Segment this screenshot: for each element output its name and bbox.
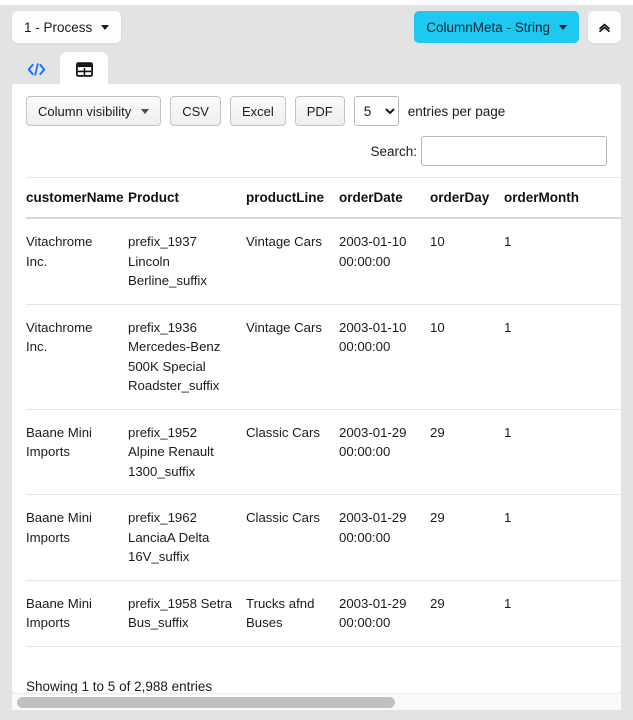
app-root: 1 - Process ColumnMeta - String Column v… bbox=[0, 0, 633, 720]
code-icon bbox=[27, 62, 45, 76]
search-label: Search: bbox=[370, 143, 417, 159]
cell-orderDate: 2003-01-10 00:00:00 bbox=[339, 218, 430, 305]
chevrons-up-icon bbox=[599, 23, 610, 32]
column-visibility-button[interactable]: Column visibility bbox=[26, 96, 162, 126]
cell-productLine: Vintage Cars bbox=[246, 218, 339, 305]
tab-strip bbox=[12, 50, 108, 86]
columnmeta-dropdown-button[interactable]: ColumnMeta - String bbox=[414, 11, 579, 43]
cell-orderMonth: 1 bbox=[504, 580, 614, 647]
cell-orderDay: 29 bbox=[430, 409, 504, 495]
export-excel-button[interactable]: Excel bbox=[229, 96, 286, 126]
export-csv-button[interactable]: CSV bbox=[170, 96, 221, 126]
column-header-customerName[interactable]: customerName bbox=[26, 177, 128, 219]
table-info-text: Showing 1 to 5 of 2,988 entries bbox=[26, 679, 213, 693]
table-head: customerName Product productLine orderDa… bbox=[26, 177, 621, 219]
cell-productLine: Classic Cars bbox=[246, 494, 339, 581]
orders-table: customerName Product productLine orderDa… bbox=[26, 177, 621, 647]
cell-customerName: Vitachrome Inc. bbox=[26, 304, 128, 410]
column-header-orderMonth[interactable]: orderMonth bbox=[504, 177, 614, 219]
chevron-down-icon bbox=[101, 24, 110, 30]
cell-Product: prefix_1958 Setra Bus_suffix bbox=[128, 580, 246, 647]
cell-customerName: Baane Mini Imports bbox=[26, 494, 128, 581]
cell-productLine: Classic Cars bbox=[246, 409, 339, 495]
export-csv-label: CSV bbox=[182, 103, 209, 119]
tab-code[interactable] bbox=[12, 52, 60, 86]
cell-customerName: Baane Mini Imports bbox=[26, 409, 128, 495]
table-row[interactable]: Vitachrome Inc. prefix_1937 Lincoln Berl… bbox=[26, 218, 621, 305]
cell-Product: prefix_1936 Mercedes-Benz 500K Special R… bbox=[128, 304, 246, 410]
process-dropdown-button[interactable]: 1 - Process bbox=[12, 11, 122, 43]
table-row[interactable]: Baane Mini Imports prefix_1958 Setra Bus… bbox=[26, 580, 621, 647]
cell-customerName: Baane Mini Imports bbox=[26, 580, 128, 647]
window-top-strip bbox=[0, 0, 633, 5]
search-input[interactable] bbox=[421, 136, 607, 166]
window-bottom-strip bbox=[0, 710, 633, 720]
cell-orderDate: 2003-01-29 00:00:00 bbox=[339, 580, 430, 647]
datatable-card: Column visibility CSV Excel PDF 51025501… bbox=[12, 84, 621, 693]
export-pdf-button[interactable]: PDF bbox=[294, 96, 345, 126]
cell-orderMonth: 1 bbox=[504, 409, 614, 495]
collapse-button[interactable] bbox=[588, 11, 621, 43]
datatable-search-row: Search: bbox=[12, 126, 621, 166]
table-body: Vitachrome Inc. prefix_1937 Lincoln Berl… bbox=[26, 218, 621, 647]
cell-orderDay: 10 bbox=[430, 218, 504, 305]
datatable-toolbar: Column visibility CSV Excel PDF 51025501… bbox=[12, 84, 621, 126]
cell-orderMonth: 1 bbox=[504, 218, 614, 305]
cell-orderDate: 2003-01-10 00:00:00 bbox=[339, 304, 430, 410]
top-toolbar: 1 - Process ColumnMeta - String bbox=[0, 6, 633, 48]
process-dropdown-label: 1 - Process bbox=[24, 19, 93, 35]
column-header-overflow bbox=[614, 177, 621, 219]
table-row[interactable]: Baane Mini Imports prefix_1962 LanciaA D… bbox=[26, 494, 621, 581]
cell-productLine: Trucks afnd Buses bbox=[246, 580, 339, 647]
cell-orderDate: 2003-01-29 00:00:00 bbox=[339, 494, 430, 581]
cell-productLine: Vintage Cars bbox=[246, 304, 339, 410]
export-excel-label: Excel bbox=[241, 103, 274, 119]
column-visibility-label: Column visibility bbox=[38, 103, 132, 119]
cell-orderMonth: 1 bbox=[504, 494, 614, 581]
entries-per-page-label: entries per page bbox=[407, 103, 506, 119]
column-header-Product[interactable]: Product bbox=[128, 177, 246, 219]
cell-customerName: Vitachrome Inc. bbox=[26, 218, 128, 305]
cell-overflow bbox=[614, 494, 621, 581]
cell-Product: prefix_1962 LanciaA Delta 16V_suffix bbox=[128, 494, 246, 581]
cell-overflow bbox=[614, 218, 621, 305]
column-header-productLine[interactable]: productLine bbox=[246, 177, 339, 219]
table-row[interactable]: Baane Mini Imports prefix_1952 Alpine Re… bbox=[26, 409, 621, 495]
export-pdf-label: PDF bbox=[306, 103, 333, 119]
page-length-select[interactable]: 5102550100 bbox=[353, 96, 399, 126]
horizontal-scrollbar[interactable] bbox=[12, 693, 621, 710]
datatable-footer: Showing 1 to 5 of 2,988 entries «‹12345…… bbox=[12, 670, 621, 693]
cell-Product: prefix_1952 Alpine Renault 1300_suffix bbox=[128, 409, 246, 495]
tab-table[interactable] bbox=[60, 52, 108, 86]
datatable-scroll-region: Column visibility CSV Excel PDF 51025501… bbox=[12, 84, 621, 670]
cell-overflow bbox=[614, 304, 621, 410]
table-grid-icon bbox=[75, 61, 93, 77]
cell-Product: prefix_1937 Lincoln Berline_suffix bbox=[128, 218, 246, 305]
table-viewport: customerName Product productLine orderDa… bbox=[12, 177, 621, 647]
cell-orderDate: 2003-01-29 00:00:00 bbox=[339, 409, 430, 495]
cell-overflow bbox=[614, 409, 621, 495]
column-header-orderDate[interactable]: orderDate bbox=[339, 177, 430, 219]
horizontal-scrollbar-thumb[interactable] bbox=[17, 697, 395, 708]
cell-orderDay: 29 bbox=[430, 580, 504, 647]
cell-orderDay: 29 bbox=[430, 494, 504, 581]
columnmeta-dropdown-label: ColumnMeta - String bbox=[426, 19, 550, 35]
cell-orderMonth: 1 bbox=[504, 304, 614, 410]
chevron-down-icon bbox=[559, 24, 567, 30]
chevron-down-icon bbox=[141, 108, 150, 114]
table-row[interactable]: Vitachrome Inc. prefix_1936 Mercedes-Ben… bbox=[26, 304, 621, 410]
column-header-orderDay[interactable]: orderDay bbox=[430, 177, 504, 219]
table-header-row: customerName Product productLine orderDa… bbox=[26, 177, 621, 219]
cell-overflow bbox=[614, 580, 621, 647]
cell-orderDay: 10 bbox=[430, 304, 504, 410]
